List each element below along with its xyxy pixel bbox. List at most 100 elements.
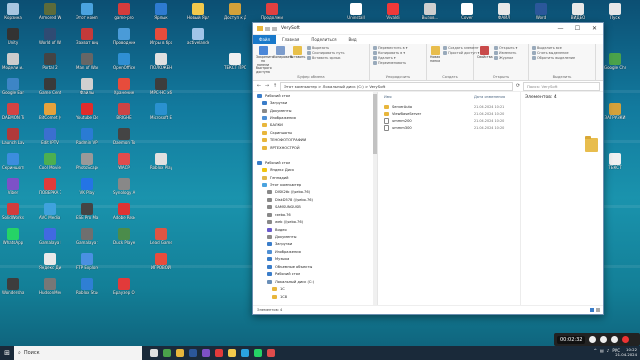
yandex-icon[interactable] [228, 349, 236, 357]
opera-icon[interactable] [215, 349, 223, 357]
address-field[interactable]: Этот компьютер > Локальный диск (C:) > V… [280, 81, 513, 91]
desktop-icon[interactable]: Новый Ярлык [187, 3, 209, 20]
explorer-icon[interactable] [176, 349, 184, 357]
desktop-icon[interactable]: Этот компьютер [76, 3, 98, 20]
desktop-icon[interactable]: ТЕКСТ ПРОВЕРКИ [224, 53, 246, 70]
desktop-icon[interactable]: FTP Explorer [76, 253, 98, 270]
desktop-icon[interactable]: ИГРОВОЙ [150, 253, 172, 270]
desktop-icon[interactable]: DAEMON Tools Lite [2, 103, 24, 120]
desktop-icon[interactable]: WhatsApp [2, 228, 24, 245]
nav-item[interactable]: SAMSUNGUSB [253, 204, 377, 211]
desktop-icon[interactable]: Synology Assistant [113, 178, 135, 195]
desktop-icon[interactable]: Вызов... [419, 3, 441, 20]
nav-item[interactable]: Документы [253, 107, 377, 114]
desktop-icon[interactable]: BitComet (64-bit) [39, 103, 61, 120]
tab-home[interactable]: Главная [276, 35, 305, 44]
desktop-icon[interactable]: Viber [2, 178, 24, 195]
nav-item[interactable]: DISK2tb (\\sebo.76) [253, 189, 377, 196]
desktop-icon[interactable]: SolidWorks Viewer [2, 203, 24, 220]
nav-item[interactable]: Музыка [253, 256, 377, 263]
ribbon-small-button[interactable]: Вырезать [307, 46, 344, 50]
nav-item[interactable]: Изображения [253, 248, 377, 255]
nav-item[interactable]: web (\\sebo.76) [253, 218, 377, 225]
desktop-icon[interactable]: Скриншоты [2, 153, 24, 170]
whatsapp-icon[interactable] [254, 349, 262, 357]
chrome-icon[interactable] [163, 349, 171, 357]
desktop-icon[interactable]: ВИДЕО [567, 3, 589, 20]
ribbon-small-button[interactable]: Выделить все [532, 46, 575, 50]
desktop-icon[interactable]: Vivaldi [382, 3, 404, 20]
desktop-icon[interactable]: WACP [113, 153, 135, 170]
up-arrow-icon[interactable]: ↑ [272, 83, 278, 89]
desktop-icon[interactable]: Unity [2, 28, 24, 45]
quick-access-icon[interactable] [272, 26, 277, 31]
tab-view[interactable]: Вид [342, 35, 362, 44]
nav-item[interactable]: ЯРТЕХНОСТРОЙ [253, 144, 377, 151]
clock[interactable]: 10:22 21.04.2024 [615, 347, 637, 357]
desktop-icon[interactable]: Portal 2 [39, 53, 61, 70]
desktop-icon[interactable]: ESE Pro Manager [76, 203, 98, 220]
desktop-icon[interactable]: ФАЙЛ [493, 3, 515, 20]
file-row[interactable]: ummm300 [384, 125, 412, 131]
desktop-icon[interactable]: Edit IPTV [39, 128, 61, 145]
ribbon-button[interactable]: Закрепить на панели быстрого доступа [256, 46, 274, 74]
nav-item[interactable]: rzebo.76 [253, 211, 377, 218]
nav-item[interactable]: 1C8 [253, 293, 377, 300]
ribbon-small-button[interactable]: Удалить ▾ [373, 56, 407, 60]
nav-item[interactable]: Рабочий стол [253, 92, 377, 99]
desktop-icon[interactable]: Wondershare Filmora 12 [2, 278, 24, 295]
desktop-icon[interactable]: Gamalaya Settings [76, 228, 98, 245]
desktop-icon[interactable]: Daemon Tools [113, 128, 135, 145]
desktop-icon[interactable]: Uninstall [345, 3, 367, 20]
desktop-icon[interactable]: Продолжить [261, 3, 283, 20]
desktop-icon[interactable]: Модели и... [2, 53, 24, 70]
desktop-icon[interactable]: Duck Player [113, 228, 135, 245]
desktop-icon[interactable]: VK Play [76, 178, 98, 195]
desktop-icon[interactable]: Cool Movies [39, 153, 61, 170]
ribbon-small-button[interactable]: Открыть ▾ [494, 46, 517, 50]
ribbon-small-button[interactable]: Журнал [494, 56, 517, 60]
ribbon-small-button[interactable]: Переместить в ▾ [373, 46, 407, 50]
forward-arrow-icon[interactable]: → [264, 83, 270, 89]
task-view-icon[interactable] [150, 349, 158, 357]
desktop-icon[interactable]: Radmin VPN [76, 128, 98, 145]
desktop-icon[interactable]: Файлы [76, 78, 98, 95]
quick-access-icon[interactable] [265, 26, 270, 31]
nav-item[interactable]: Скриншоты [253, 129, 377, 136]
desktop-icon[interactable]: BRIGHE [113, 103, 135, 120]
details-view-icon[interactable] [590, 308, 594, 312]
nav-item[interactable]: 1C [253, 285, 377, 292]
scrollbar-thumb[interactable] [373, 94, 377, 154]
desktop-icon[interactable]: ПОВЕРКА ЗАДАЧ [39, 178, 61, 195]
search-input[interactable]: Поиск: VerySoft [523, 81, 600, 91]
desktop-icon[interactable]: Lead Game Center [150, 228, 172, 245]
desktop-icon[interactable]: Youtube Desktop [76, 103, 98, 120]
record-button[interactable] [622, 336, 630, 343]
desktop-icon[interactable]: Захват видео [76, 28, 98, 45]
file-row[interactable]: ViewBaseServer [384, 111, 421, 117]
desktop-icon[interactable]: Microsoft Edge [150, 103, 172, 120]
start-button[interactable]: ⊞ [0, 346, 14, 360]
desktop-icon[interactable]: MPC-HC x64 [150, 78, 172, 95]
desktop-icon[interactable]: Хранение [113, 78, 135, 95]
desktop-icon[interactable]: Man of War [76, 53, 98, 70]
minimize-button[interactable]: — [552, 23, 569, 34]
nav-item[interactable]: DiskD578 (\\sebo.76) [253, 196, 377, 203]
nav-item[interactable]: Рабочий стол [253, 159, 377, 166]
ribbon-button[interactable]: Свойства [477, 46, 493, 74]
nav-item[interactable]: Яндекс Диск [253, 166, 377, 173]
desktop-icon[interactable]: ЗАГРУЗКИ [604, 103, 626, 120]
column-header-name[interactable]: Имя [384, 95, 392, 99]
tab-share[interactable]: Поделиться [305, 35, 342, 44]
desktop-icon[interactable]: Gamalaya Player [39, 228, 61, 245]
nav-item[interactable]: Документы [253, 233, 377, 240]
column-header-date[interactable]: Дата изменения [474, 95, 505, 99]
desktop-icon[interactable]: Корзина [2, 3, 24, 20]
nav-item[interactable]: Геннадий [253, 174, 377, 181]
desktop-icon[interactable]: World of Warships [39, 28, 61, 45]
ribbon-small-button[interactable]: Копировать в ▾ [373, 51, 407, 55]
desktop-icon[interactable]: OpenOffice 4.1.15 [113, 53, 135, 70]
ribbon-small-button[interactable]: Снять выделение [532, 51, 575, 55]
close-button[interactable]: ✕ [586, 23, 603, 34]
desktop-icon[interactable]: Cover [456, 3, 478, 20]
